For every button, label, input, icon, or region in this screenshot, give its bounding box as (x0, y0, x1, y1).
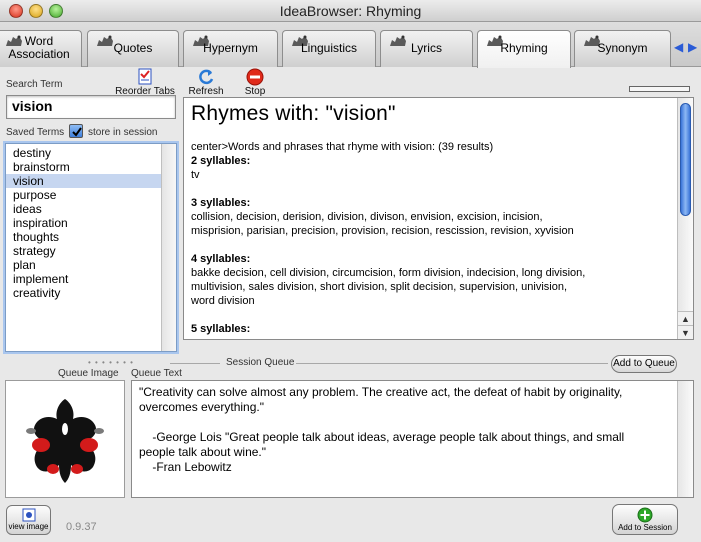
divider-line (170, 363, 220, 364)
tab-label: Quotes (113, 41, 153, 55)
tab-lyrics[interactable]: Lyrics (380, 30, 473, 67)
results-summary: center>Words and phrases that rhyme with… (191, 141, 494, 153)
search-term-label: Search Term (6, 79, 63, 90)
queue-text-label: Queue Text (131, 368, 182, 379)
scroll-down-icon[interactable]: ▼ (678, 325, 693, 339)
saved-terms-label: Saved Terms (6, 127, 65, 138)
queue-image-label: Queue Image (58, 368, 119, 379)
tab-label: Hypernym (203, 41, 258, 55)
refresh-label: Refresh (188, 86, 224, 97)
refresh-icon (199, 69, 214, 85)
queue-text-scrollbar[interactable] (677, 381, 693, 497)
image-icon (22, 508, 35, 522)
tab-label: Rhyming (500, 41, 548, 55)
tab-label: Lyrics (411, 41, 442, 55)
tab-label: Word (24, 34, 54, 48)
queue-text-line: overcomes everything." (139, 400, 264, 414)
list-item-selected[interactable]: vision (6, 174, 161, 188)
store-in-session-label: store in session (88, 127, 158, 138)
stop-icon (246, 68, 264, 86)
reorder-tabs-button[interactable]: Reorder Tabs (113, 68, 177, 97)
stop-button[interactable]: Stop (240, 68, 270, 97)
list-item[interactable]: brainstorm (6, 160, 161, 174)
tab-word-association[interactable]: Word Association (0, 30, 82, 67)
tab-rhyming[interactable]: Rhyming (477, 30, 571, 68)
view-image-button[interactable]: view image (6, 505, 51, 535)
syllable-heading: 2 syllables: (191, 155, 251, 167)
saved-terms-list[interactable]: destiny brainstorm vision purpose ideas … (5, 143, 177, 352)
rhyme-line: misprision, parisian, precision, provisi… (191, 225, 574, 237)
view-image-label: view image (8, 522, 49, 531)
results-scrollbar[interactable]: ▲ ▼ (677, 98, 693, 339)
list-item[interactable]: ideas (6, 202, 161, 216)
list-item[interactable]: inspiration (6, 216, 161, 230)
rhyme-line: multivision, sales division, short divis… (191, 281, 567, 293)
tab-label: Synonym (597, 41, 648, 55)
tab-synonym[interactable]: Synonym (574, 30, 671, 67)
tab-hypernym[interactable]: Hypernym (183, 30, 278, 67)
version-label: 0.9.37 (66, 521, 97, 533)
add-to-queue-button[interactable]: Add to Queue (611, 355, 677, 373)
list-item[interactable]: purpose (6, 188, 161, 202)
queue-text-line: people talk about wine." (139, 445, 267, 459)
rhyme-line: word division (191, 295, 255, 307)
list-item[interactable]: creativity (6, 286, 161, 300)
session-queue-label: Session Queue (226, 357, 295, 368)
list-item[interactable]: destiny (6, 146, 161, 160)
checkmark-icon (72, 127, 82, 137)
results-title: Rhymes with: "vision" (191, 102, 396, 125)
rhyme-line: bakke decision, cell division, circumcis… (191, 267, 586, 279)
queue-image-panel (5, 380, 125, 498)
scroll-up-icon[interactable]: ▲ (678, 311, 693, 325)
reorder-tabs-label: Reorder Tabs (115, 86, 175, 97)
window-title: IdeaBrowser: Rhyming (279, 3, 422, 19)
list-item[interactable]: plan (6, 258, 161, 272)
queue-text-content: "Creativity can solve almost any problem… (139, 385, 659, 475)
queue-text-line: -Fran Lebowitz (139, 460, 232, 474)
divider-line (296, 363, 608, 364)
add-to-session-label: Add to Session (618, 523, 672, 532)
splitter-grip-icon[interactable]: • • • • • • • (88, 359, 168, 367)
tab-label: Linguistics (300, 41, 358, 55)
list-item[interactable]: thoughts (6, 230, 161, 244)
search-input[interactable]: vision (6, 95, 176, 119)
rhyme-line: tv (191, 169, 200, 181)
queue-text-line (139, 415, 659, 430)
queue-text-line: -George Lois "Great people talk about id… (139, 430, 625, 444)
tab-linguistics[interactable]: Linguistics (282, 30, 376, 67)
syllable-heading: 5 syllables: (191, 323, 251, 335)
queue-text-area[interactable]: "Creativity can solve almost any problem… (131, 380, 694, 498)
tab-quotes[interactable]: Quotes (87, 30, 179, 67)
tab-bar: Word Association Quotes Hypernym Linguist… (0, 22, 701, 68)
list-item[interactable]: strategy (6, 244, 161, 258)
results-pane: Rhymes with: "vision" center>Words and p… (183, 97, 694, 340)
tab-scroll-right-icon[interactable]: ▶ (688, 40, 697, 54)
tab-scroll-left-icon[interactable]: ◀ (674, 40, 683, 54)
progress-bar (629, 86, 690, 92)
stop-label: Stop (244, 86, 266, 97)
list-item[interactable]: implement (6, 272, 161, 286)
syllable-heading: 3 syllables: (191, 197, 251, 209)
tab-label: Association (8, 47, 70, 61)
inkblot-image (26, 399, 104, 483)
queue-text-line: "Creativity can solve almost any problem… (139, 385, 623, 399)
syllable-heading: 4 syllables: (191, 253, 251, 265)
scrollbar-thumb[interactable] (680, 103, 691, 216)
refresh-button[interactable]: Refresh (187, 68, 225, 97)
store-in-session-checkbox[interactable] (69, 124, 83, 138)
add-to-session-button[interactable]: Add to Session (612, 504, 678, 535)
rhyme-line: collision, decision, derision, division,… (191, 211, 543, 223)
results-content: Rhymes with: "vision" center>Words and p… (191, 102, 671, 336)
saved-list-scrollbar[interactable] (161, 144, 176, 351)
title-bar: IdeaBrowser: Rhyming (0, 0, 701, 22)
plus-circle-icon (637, 507, 653, 523)
checklist-icon (138, 68, 152, 85)
